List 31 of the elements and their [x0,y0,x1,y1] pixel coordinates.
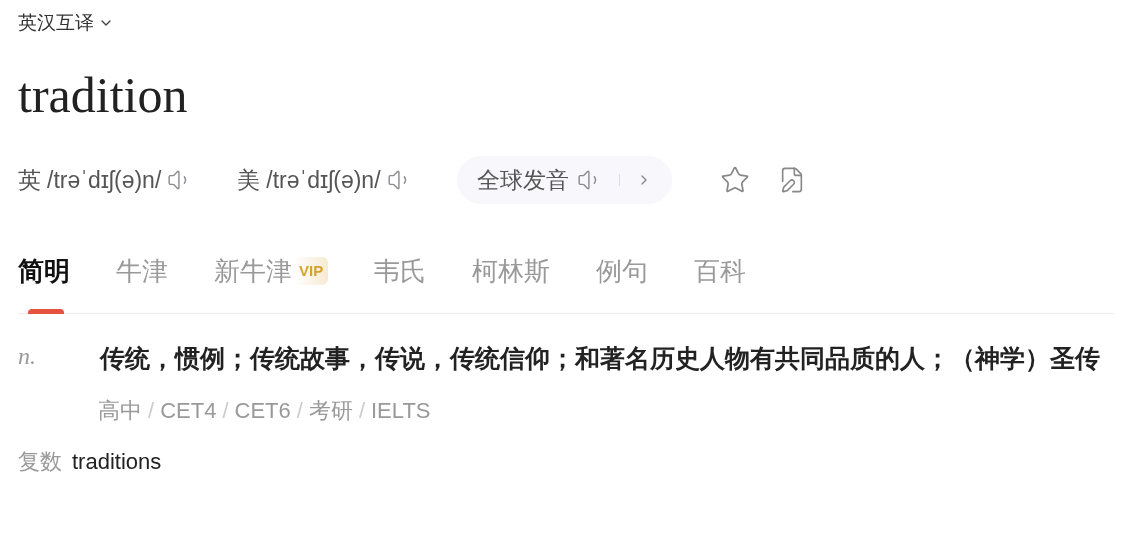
phonetic: /trəˈdɪʃ(ə)n/ [47,165,162,195]
global-pronunciation-label: 全球发音 [476,165,569,195]
star-icon[interactable] [719,165,750,195]
dictionary-tab[interactable]: 牛津 [116,248,168,314]
region-label: 美 [237,165,261,195]
headword: tradition [18,70,188,120]
dictionary-tab[interactable]: 百科 [694,248,747,314]
tag-separator: / [148,397,155,425]
definition-text: 传统，惯例；传统故事，传说，传统信仰；和著名历史人物有共同品质的人；（神学）圣传 [100,343,1100,374]
tag-separator: / [296,397,303,425]
dictionary-tab[interactable]: 例句 [596,248,649,314]
exam-tag: 高中 [98,394,142,427]
region-label: 英 [18,165,41,195]
tag-separator: / [222,397,229,425]
part-of-speech: n. [18,342,37,371]
mode-selector[interactable]: 英汉互译 [18,8,94,38]
active-tab-indicator [28,309,64,314]
dictionary-tab[interactable]: 简明 [18,248,70,314]
exam-tag: 考研 [308,394,353,427]
exam-tag: CET6 [234,394,291,427]
exam-tag: CET4 [160,394,217,427]
tag-separator: / [358,397,365,425]
form-label: 复数 [18,448,62,476]
phonetic: /trəˈdɪʃ(ə)n/ [266,165,381,195]
dictionary-tab[interactable]: 韦氏 [374,248,427,314]
global-pronunciation-button[interactable]: 全球发音 [456,156,672,204]
exam-tag: IELTS [371,394,431,427]
form-value[interactable]: traditions [72,445,162,478]
vip-badge: VIP [294,256,329,286]
dictionary-tab[interactable]: 柯林斯 [472,248,551,314]
dictionary-tab[interactable]: 新牛津 VIP [214,248,329,314]
